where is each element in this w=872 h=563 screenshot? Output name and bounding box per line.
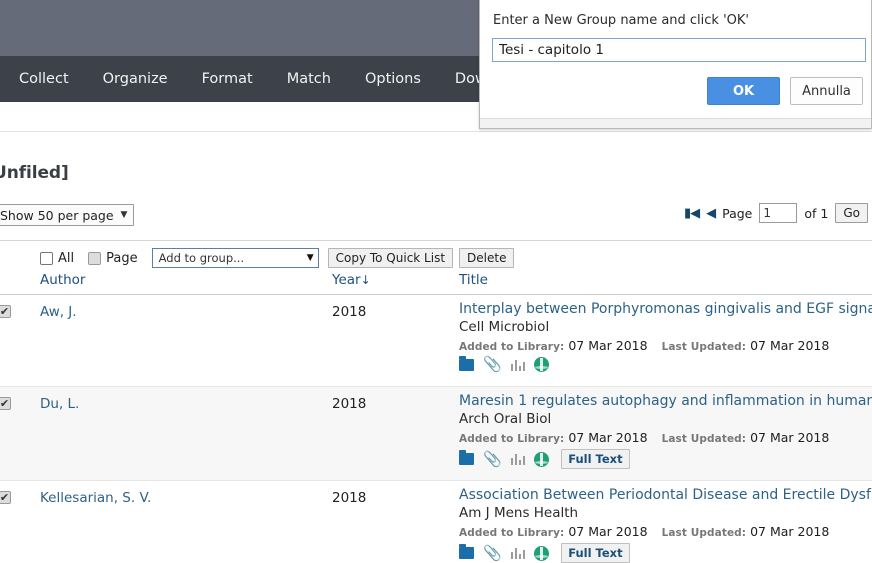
- menu-item-collect[interactable]: Collect: [2, 65, 86, 93]
- delete-button[interactable]: Delete: [459, 248, 515, 268]
- row-meta: Added to Library: 07 Mar 2018 Last Update…: [459, 524, 872, 539]
- row-year: 2018: [332, 396, 367, 412]
- menu-item-options[interactable]: Options: [348, 65, 438, 93]
- row-details: Association Between Periodontal Disease …: [459, 487, 872, 563]
- page-label: Page: [722, 205, 753, 221]
- add-to-group-select[interactable]: Add to group... ▼: [151, 248, 319, 268]
- row-details: Maresin 1 regulates autophagy and inflam…: [459, 393, 872, 469]
- full-text-button[interactable]: Full Text: [561, 543, 630, 563]
- bar-chart-icon[interactable]: [510, 547, 526, 559]
- added-to-library-value: 07 Mar 2018: [568, 430, 648, 445]
- last-updated-label: Last Updated:: [661, 433, 747, 445]
- page-number-input[interactable]: [759, 203, 798, 223]
- pagination: ▮◀ ◀ Page of 1 Go: [684, 203, 868, 223]
- row-meta: Added to Library: 07 Mar 2018 Last Update…: [459, 430, 872, 445]
- select-all-label: All: [58, 250, 75, 266]
- last-updated-value: 07 Mar 2018: [750, 430, 830, 445]
- row-meta: Added to Library: 07 Mar 2018 Last Update…: [459, 338, 872, 353]
- bar-chart-icon[interactable]: [510, 453, 526, 465]
- menu-item-format[interactable]: Format: [185, 65, 270, 93]
- row-title-link[interactable]: Interplay between Porphyromonas gingival…: [459, 301, 872, 317]
- ok-button[interactable]: OK: [707, 77, 780, 105]
- row-checkbox[interactable]: ✔: [0, 397, 11, 410]
- row-icon-bar: 📎 Full Text: [459, 543, 872, 563]
- page-title: Unfiled]: [0, 163, 69, 183]
- row-year: 2018: [332, 490, 367, 506]
- copy-to-quick-list-button[interactable]: Copy To Quick List: [327, 248, 454, 268]
- dialog-buttons: OK Annulla: [707, 77, 863, 105]
- column-header-title[interactable]: Title: [459, 272, 488, 288]
- table-row[interactable]: ✔ Du, L. 2018 Maresin 1 regulates autophagy…: [0, 387, 872, 481]
- select-all-control[interactable]: All: [40, 251, 74, 266]
- toolbar-divider: [0, 240, 872, 241]
- web-of-science-icon[interactable]: [534, 545, 550, 561]
- action-toolbar: All Page Add to group... ▼ Copy To Quick…: [40, 248, 520, 268]
- row-title-link[interactable]: Association Between Periodontal Disease …: [459, 487, 872, 503]
- table-row[interactable]: ✔ Aw, J. 2018 Interplay between Porphyromon…: [0, 295, 872, 387]
- go-button[interactable]: Go: [835, 203, 868, 223]
- page-of-label: of 1: [804, 205, 829, 221]
- full-text-button[interactable]: Full Text: [561, 449, 630, 469]
- chevron-down-icon: ▼: [120, 210, 128, 220]
- app-window: Collect Organize Format Match Options Do…: [0, 0, 872, 563]
- per-page-select[interactable]: Show 50 per page ▼: [0, 204, 135, 226]
- row-author-link[interactable]: Aw, J.: [40, 304, 77, 320]
- last-updated-label: Last Updated:: [661, 527, 747, 539]
- menu-item-organize[interactable]: Organize: [86, 65, 185, 93]
- add-to-group-value: Add to group...: [158, 251, 245, 265]
- added-to-library-label: Added to Library:: [459, 527, 565, 539]
- menu-items: Collect Organize Format Match Options Do…: [0, 56, 552, 102]
- row-journal: Cell Microbiol: [459, 319, 550, 335]
- select-all-checkbox[interactable]: [40, 251, 53, 265]
- reference-list: ✔ Aw, J. 2018 Interplay between Porphyromon…: [0, 295, 872, 563]
- select-page-label: Page: [106, 250, 138, 266]
- row-year: 2018: [332, 304, 367, 320]
- added-to-library-value: 07 Mar 2018: [568, 524, 648, 539]
- web-of-science-icon[interactable]: [534, 451, 550, 467]
- row-author-link[interactable]: Kellesarian, S. V.: [40, 490, 151, 506]
- paperclip-icon[interactable]: 📎: [483, 451, 502, 466]
- row-checkbox[interactable]: ✔: [0, 305, 11, 318]
- table-row[interactable]: ✔ Kellesarian, S. V. 2018 Association Betwe…: [0, 481, 872, 563]
- row-details: Interplay between Porphyromonas gingival…: [459, 301, 872, 372]
- first-page-icon[interactable]: ▮◀: [684, 206, 700, 221]
- last-updated-value: 07 Mar 2018: [750, 524, 830, 539]
- row-author-link[interactable]: Du, L.: [40, 396, 79, 412]
- added-to-library-label: Added to Library:: [459, 341, 565, 353]
- folder-icon[interactable]: [459, 355, 474, 371]
- dialog-footer: [480, 118, 871, 128]
- row-journal: Am J Mens Health: [459, 505, 579, 521]
- bar-chart-icon[interactable]: [510, 359, 526, 371]
- table-column-headers: Author Year↓ Title: [0, 272, 872, 295]
- added-to-library-value: 07 Mar 2018: [568, 338, 648, 353]
- row-checkbox[interactable]: ✔: [0, 491, 11, 504]
- cancel-button[interactable]: Annulla: [790, 77, 863, 105]
- row-title-link[interactable]: Maresin 1 regulates autophagy and inflam…: [459, 393, 872, 409]
- chevron-down-icon: ▼: [306, 253, 314, 263]
- sort-descending-icon: ↓: [360, 273, 371, 287]
- select-page-control[interactable]: Page: [88, 250, 138, 266]
- folder-icon[interactable]: [459, 544, 474, 559]
- per-page-label: Show 50 per page: [0, 207, 114, 223]
- new-group-dialog: Enter a New Group name and click 'OK' OK…: [479, 0, 872, 129]
- folder-icon[interactable]: [459, 450, 474, 465]
- row-icon-bar: 📎: [459, 355, 872, 372]
- column-header-year[interactable]: Year↓: [332, 272, 371, 288]
- menu-item-match[interactable]: Match: [270, 65, 348, 93]
- column-header-year-label: Year: [332, 272, 361, 288]
- added-to-library-label: Added to Library:: [459, 433, 565, 445]
- group-name-input[interactable]: [492, 38, 866, 62]
- row-icon-bar: 📎 Full Text: [459, 449, 872, 469]
- dialog-prompt: Enter a New Group name and click 'OK': [493, 13, 749, 28]
- paperclip-icon[interactable]: 📎: [483, 545, 502, 560]
- paperclip-icon[interactable]: 📎: [483, 357, 502, 372]
- last-updated-label: Last Updated:: [661, 341, 747, 353]
- web-of-science-icon[interactable]: [534, 357, 550, 372]
- last-updated-value: 07 Mar 2018: [750, 338, 830, 353]
- prev-page-icon[interactable]: ◀: [706, 206, 716, 221]
- row-journal: Arch Oral Biol: [459, 411, 552, 427]
- select-page-checkbox[interactable]: [88, 251, 102, 265]
- dialog-clipped-title: [540, 0, 544, 13]
- column-header-author[interactable]: Author: [40, 272, 85, 288]
